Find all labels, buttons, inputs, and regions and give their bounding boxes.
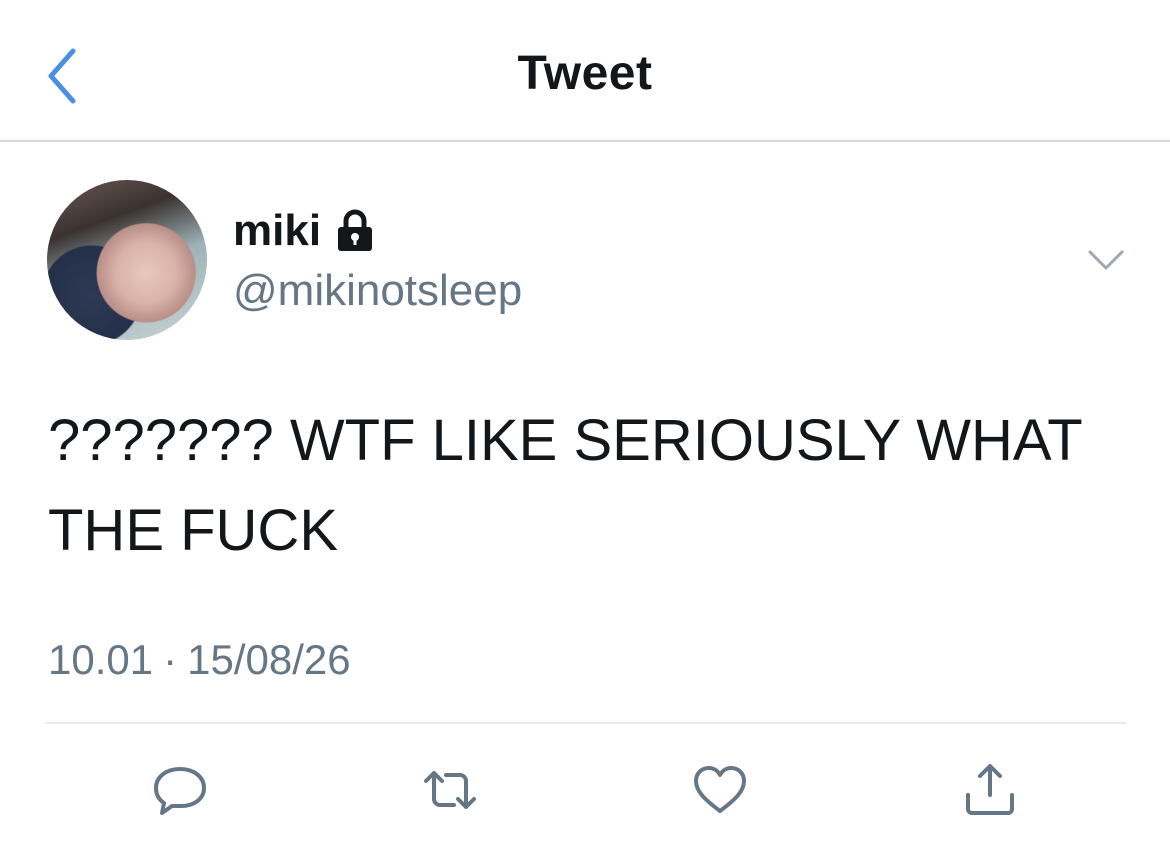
author-name-row[interactable]: miki [233,206,375,256]
heart-icon [694,766,746,813]
tweet-timestamp: 10.01 · 15/08/26 [48,636,351,684]
nav-bar: Tweet [0,0,1170,142]
like-button[interactable] [688,762,752,818]
retweet-icon [424,771,476,809]
user-handle[interactable]: @mikinotsleep [233,266,522,316]
reply-button[interactable] [148,762,212,818]
avatar[interactable] [47,180,207,340]
share-button[interactable] [958,762,1022,818]
tweet-time: 10.01 [48,636,154,683]
tweet-text: ??????? WTF LIKE SERIOUSLY WHAT THE FUCK [48,408,1082,563]
display-name[interactable]: miki [233,206,321,256]
page-title: Tweet [517,47,653,100]
share-icon [966,764,1014,815]
reply-icon [154,767,206,815]
tweet-date: 15/08/26 [187,636,351,683]
timestamp-separator: · [163,636,178,683]
retweet-button[interactable] [418,762,482,818]
lock-icon [338,209,373,251]
chevron-down-icon[interactable] [1086,246,1126,274]
divider [46,722,1126,724]
